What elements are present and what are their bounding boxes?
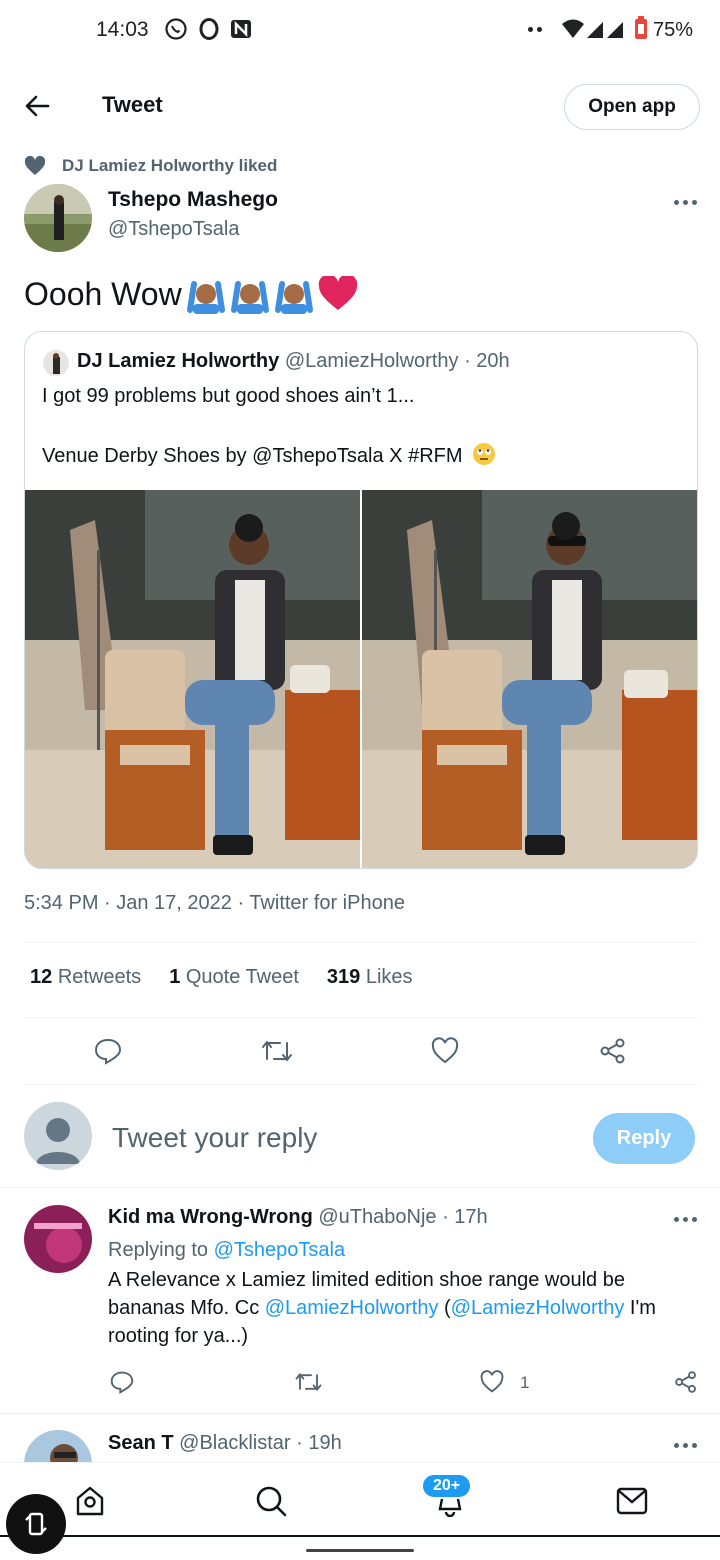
man-gesturing-ok-emoji bbox=[231, 281, 269, 314]
quoted-text-line2-content: Venue Derby Shoes by @TshepoTsala X #RFM bbox=[42, 445, 463, 467]
divider bbox=[0, 1413, 720, 1414]
home-icon[interactable] bbox=[74, 1485, 106, 1517]
whatsapp-icon bbox=[164, 17, 188, 41]
man-gesturing-ok-emoji bbox=[275, 281, 313, 314]
status-time: 14:03 bbox=[96, 18, 149, 41]
battery-icon bbox=[634, 16, 648, 40]
quotes-stat[interactable]: 1 Quote Tweet bbox=[169, 966, 299, 989]
retweet-icon[interactable] bbox=[294, 1370, 323, 1394]
more-options-icon[interactable] bbox=[674, 1217, 697, 1222]
reply-author-handle[interactable]: @uThaboNje bbox=[318, 1206, 436, 1228]
open-app-button[interactable]: Open app bbox=[564, 84, 700, 130]
news-icon bbox=[229, 17, 253, 41]
likes-stat[interactable]: 319 Likes bbox=[327, 966, 413, 989]
social-context[interactable]: DJ Lamiez Holworthy liked bbox=[62, 156, 277, 176]
reply-header: Sean T @Blacklistar · 19h bbox=[108, 1432, 342, 1455]
quoted-text-line2: Venue Derby Shoes by @TshepoTsala X #RFM bbox=[42, 442, 496, 468]
quoted-photo-1[interactable] bbox=[25, 490, 360, 868]
emoji-group bbox=[186, 276, 358, 314]
retweet-icon[interactable] bbox=[260, 1037, 294, 1065]
man-gesturing-ok-emoji bbox=[187, 281, 225, 314]
reply-age: · 17h bbox=[442, 1206, 488, 1228]
messages-mail-icon[interactable] bbox=[616, 1487, 648, 1515]
reply-like-count: 1 bbox=[520, 1373, 530, 1392]
more-options-icon[interactable] bbox=[674, 1443, 697, 1448]
mention-link[interactable]: @LamiezHolworthy bbox=[451, 1297, 625, 1319]
quoted-header: DJ Lamiez Holworthy @LamiezHolworthy · 2… bbox=[77, 350, 510, 373]
quoted-author-handle: @LamiezHolworthy bbox=[284, 350, 459, 372]
nav-underline bbox=[0, 1535, 720, 1537]
reply-age: · 19h bbox=[296, 1432, 342, 1454]
author-avatar[interactable] bbox=[24, 184, 92, 252]
divider bbox=[24, 1017, 698, 1018]
reply-author-name[interactable]: Kid ma Wrong-Wrong bbox=[108, 1206, 313, 1228]
my-avatar bbox=[24, 1102, 92, 1170]
page-title: Tweet bbox=[102, 92, 163, 117]
signal-icon bbox=[586, 18, 626, 40]
back-arrow-icon[interactable] bbox=[24, 94, 50, 118]
reply-icon[interactable] bbox=[94, 1037, 122, 1065]
share-icon[interactable] bbox=[599, 1037, 627, 1065]
divider bbox=[24, 942, 698, 943]
wifi-icon bbox=[561, 18, 585, 40]
liked-action: liked bbox=[238, 156, 278, 175]
quoted-age: · 20h bbox=[464, 350, 510, 372]
reply-button[interactable]: Reply bbox=[593, 1113, 695, 1164]
quoted-author-name: DJ Lamiez Holworthy bbox=[77, 350, 280, 372]
bottom-navigation: 20+ bbox=[0, 1462, 720, 1560]
gesture-bar[interactable] bbox=[306, 1549, 414, 1552]
reply-author-name[interactable]: Sean T bbox=[108, 1432, 174, 1454]
replying-to-link[interactable]: @TshepoTsala bbox=[214, 1239, 345, 1261]
heart-filled-icon bbox=[24, 156, 46, 176]
more-options-icon[interactable] bbox=[674, 200, 697, 205]
more-notifications-icon bbox=[528, 27, 542, 32]
face-with-rolling-eyes-emoji bbox=[473, 443, 496, 465]
liked-by-name: DJ Lamiez Holworthy bbox=[62, 156, 234, 175]
floating-switch-button[interactable] bbox=[6, 1494, 66, 1554]
switch-icon bbox=[25, 1512, 47, 1536]
quoted-author-avatar bbox=[43, 350, 69, 376]
quoted-photo-2[interactable] bbox=[362, 490, 697, 868]
divider bbox=[24, 1084, 698, 1085]
like-icon[interactable] bbox=[480, 1370, 504, 1394]
reply-input[interactable]: Tweet your reply bbox=[112, 1122, 317, 1154]
reply-text-line1: A Relevance x Lamiez limited edition sho… bbox=[108, 1269, 625, 1291]
reply-header: Kid ma Wrong-Wrong @uThaboNje · 17h bbox=[108, 1206, 488, 1229]
reply-author-avatar[interactable] bbox=[24, 1205, 92, 1273]
quoted-text-line1: I got 99 problems but good shoes ain’t 1… bbox=[42, 385, 415, 407]
retweets-stat[interactable]: 12 Retweets bbox=[30, 966, 141, 989]
quoted-tweet-card[interactable]: DJ Lamiez Holworthy @LamiezHolworthy · 2… bbox=[24, 331, 698, 869]
tweet-text-content: Oooh Wow bbox=[24, 276, 182, 312]
battery-percent: 75% bbox=[653, 19, 694, 41]
search-icon[interactable] bbox=[255, 1485, 287, 1517]
reply-author-handle[interactable]: @Blacklistar bbox=[179, 1432, 290, 1454]
engagement-counts: 12 Retweets 1 Quote Tweet 319 Likes bbox=[30, 966, 413, 989]
tweet-text: Oooh Wow bbox=[24, 276, 182, 313]
mention-link[interactable]: @LamiezHolworthy bbox=[265, 1297, 439, 1319]
reply-text-line3: rooting for ya...) bbox=[108, 1325, 249, 1347]
tweet-timestamp[interactable]: 5:34 PM · Jan 17, 2022 · Twitter for iPh… bbox=[24, 892, 405, 915]
opera-icon bbox=[198, 17, 220, 41]
replying-to: Replying to @TshepoTsala bbox=[108, 1239, 346, 1261]
author-name[interactable]: Tshepo Mashego bbox=[108, 188, 278, 212]
notifications-badge: 20+ bbox=[421, 1473, 473, 1499]
red-heart-emoji bbox=[318, 276, 358, 310]
divider bbox=[0, 1187, 720, 1188]
status-bar: 14:03 75% bbox=[0, 0, 720, 60]
reply-text-line2: bananas Mfo. Cc @LamiezHolworthy (@Lamie… bbox=[108, 1297, 656, 1319]
share-icon[interactable] bbox=[674, 1370, 698, 1394]
author-handle[interactable]: @TshepoTsala bbox=[108, 218, 239, 241]
reply-icon[interactable] bbox=[110, 1370, 134, 1394]
like-icon[interactable] bbox=[431, 1037, 459, 1065]
